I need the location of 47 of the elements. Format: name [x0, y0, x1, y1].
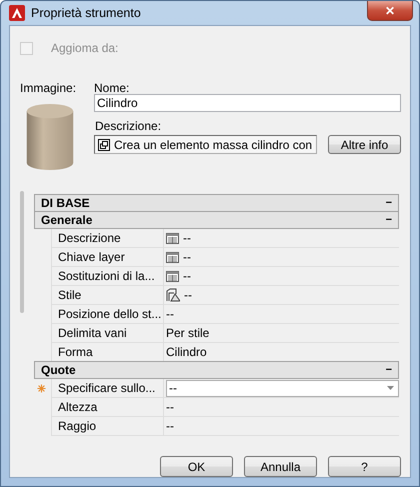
dialog-button[interactable]: Annulla [244, 456, 317, 477]
collapse-toggle[interactable]: − [386, 364, 392, 376]
style-icon[interactable] [166, 288, 180, 302]
property-label: Posizione dello st... [51, 305, 164, 324]
scrollbar-thumb[interactable] [20, 191, 24, 313]
table-icon[interactable] [166, 232, 179, 244]
property-label: Raggio [51, 417, 164, 436]
name-label: Nome: [94, 82, 130, 94]
property-label: Sostituzioni di la... [51, 267, 164, 286]
close-button[interactable]: ✕ [367, 1, 413, 21]
window-title: Proprietà strumento [31, 6, 141, 20]
image-label: Immagine: [20, 82, 78, 94]
cylinder-drawing [25, 102, 75, 172]
property-dropdown[interactable]: -- [166, 380, 399, 396]
property-value: Cilindro [166, 345, 207, 359]
property-value: -- [184, 288, 192, 302]
dialog-button[interactable]: OK [160, 456, 233, 477]
property-label: Stile [51, 286, 164, 305]
caret-icon [387, 386, 394, 390]
more-info-button[interactable]: Altre info [328, 135, 401, 154]
app-logo-icon [9, 5, 25, 21]
property-label: Delimita vani [51, 324, 164, 343]
property-value: -- [183, 250, 191, 264]
description-field[interactable]: Crea un elemento massa cilindro con [94, 135, 317, 154]
name-field[interactable]: Cilindro [94, 94, 401, 112]
checkbox-label: Aggioma da: [51, 41, 118, 55]
required-icon [37, 384, 46, 393]
category-header: DI BASE [41, 196, 90, 210]
property-value: -- [166, 307, 174, 321]
dialog-button[interactable]: ? [328, 456, 401, 477]
property-label: Descrizione [51, 229, 164, 248]
group-header: Quote [41, 363, 76, 377]
property-value: -- [183, 231, 191, 245]
property-value: -- [166, 400, 174, 414]
property-label: Specificare sullo... [51, 379, 164, 398]
property-value: Per stile [166, 326, 210, 340]
property-value: -- [183, 269, 191, 283]
property-label: Chiave layer [51, 248, 164, 267]
property-value: -- [166, 419, 174, 433]
table-icon[interactable] [166, 270, 179, 282]
table-icon[interactable] [166, 252, 179, 262]
group-header: Generale [41, 213, 92, 227]
property-label: Altezza [51, 398, 164, 417]
collapse-toggle[interactable]: − [386, 214, 392, 226]
collapse-toggle[interactable]: − [386, 197, 392, 209]
description-label: Descrizione: [95, 120, 162, 132]
windows-icon [98, 138, 110, 150]
